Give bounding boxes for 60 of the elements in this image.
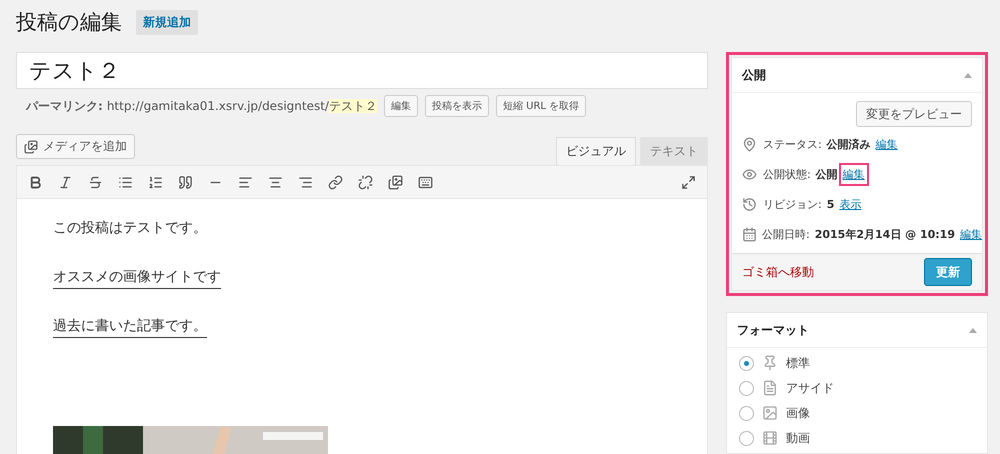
trash-link[interactable]: ゴミ箱へ移動 — [742, 264, 814, 280]
permalink-button[interactable]: 短縮 URL を取得 — [496, 95, 586, 117]
format-label: 標準 — [786, 354, 810, 372]
box-title: 公開 — [742, 66, 766, 84]
editor-tab[interactable]: ビジュアル — [556, 137, 636, 165]
format-label: 動画 — [786, 430, 810, 446]
format-label: 画像 — [786, 404, 810, 422]
add-new-button[interactable]: 新規追加 — [136, 10, 198, 34]
edit-link[interactable]: 編集 — [838, 162, 869, 186]
preview-button[interactable]: 変更をプレビュー — [856, 101, 972, 127]
bold-icon[interactable] — [28, 174, 43, 190]
eye-icon — [742, 166, 758, 182]
numbered-list-icon[interactable] — [148, 174, 163, 190]
meta-value: 5 — [826, 198, 834, 210]
image-icon — [762, 405, 778, 421]
editor-area[interactable]: この投稿はテストです。 オススメの画像サイトです 過去に書いた記事です。 — [16, 199, 708, 454]
unlink-icon[interactable] — [358, 174, 373, 190]
quote-icon[interactable] — [178, 174, 193, 190]
keyboard-icon[interactable] — [418, 174, 433, 190]
document-icon — [762, 380, 778, 396]
format-label: アサイド — [786, 380, 834, 396]
box-title: フォーマット — [737, 322, 809, 338]
add-media-button[interactable]: メディアを追加 — [16, 134, 135, 159]
permalink-button[interactable]: 投稿を表示 — [424, 95, 489, 117]
permalink-label: パーマリンク: — [26, 98, 103, 114]
meta-label: 公開状態: — [763, 166, 811, 182]
paragraph: 過去に書いた記事です。 — [53, 317, 207, 338]
edit-link[interactable]: 編集 — [956, 222, 986, 246]
italic-icon[interactable] — [58, 174, 73, 190]
radio-button[interactable] — [739, 380, 754, 396]
pin-icon — [742, 136, 758, 152]
meta-label: リビジョン: — [763, 196, 822, 212]
meta-label: ステータス: — [763, 136, 822, 152]
edit-link[interactable]: 編集 — [872, 132, 902, 156]
page-title: 投稿の編集 — [16, 9, 122, 36]
title-field[interactable]: テスト２ — [16, 52, 708, 89]
meta-value: 公開済み — [826, 136, 871, 152]
pushpin-icon — [762, 355, 778, 371]
paragraph: この投稿はテストです。 — [53, 219, 207, 238]
meta-value: 公開 — [816, 166, 838, 182]
edit-link[interactable]: 表示 — [835, 192, 866, 216]
align-right-icon[interactable] — [298, 174, 313, 190]
fullscreen-icon[interactable] — [681, 174, 696, 190]
radio-button[interactable] — [739, 356, 754, 370]
radio-button[interactable] — [739, 430, 754, 446]
permalink-button[interactable]: 編集 — [384, 95, 418, 117]
media-icon — [24, 140, 38, 154]
history-icon — [742, 196, 758, 212]
radio-button[interactable] — [739, 406, 754, 420]
meta-value: 2015年2月14日 @ 10:19 — [814, 226, 955, 242]
permalink-url: http://gamitaka01.xsrv.jp/designtest/テスト２ — [106, 98, 377, 114]
film-icon — [762, 430, 778, 446]
meta-label: 公開日時: — [762, 226, 810, 242]
align-left-icon[interactable] — [238, 174, 253, 190]
link-icon[interactable] — [328, 174, 343, 190]
bullet-list-icon[interactable] — [118, 174, 133, 190]
paragraph: オススメの画像サイトです — [53, 268, 221, 289]
align-center-icon[interactable] — [268, 174, 283, 190]
strikethrough-icon[interactable] — [88, 174, 103, 190]
calendar-icon — [742, 226, 757, 242]
